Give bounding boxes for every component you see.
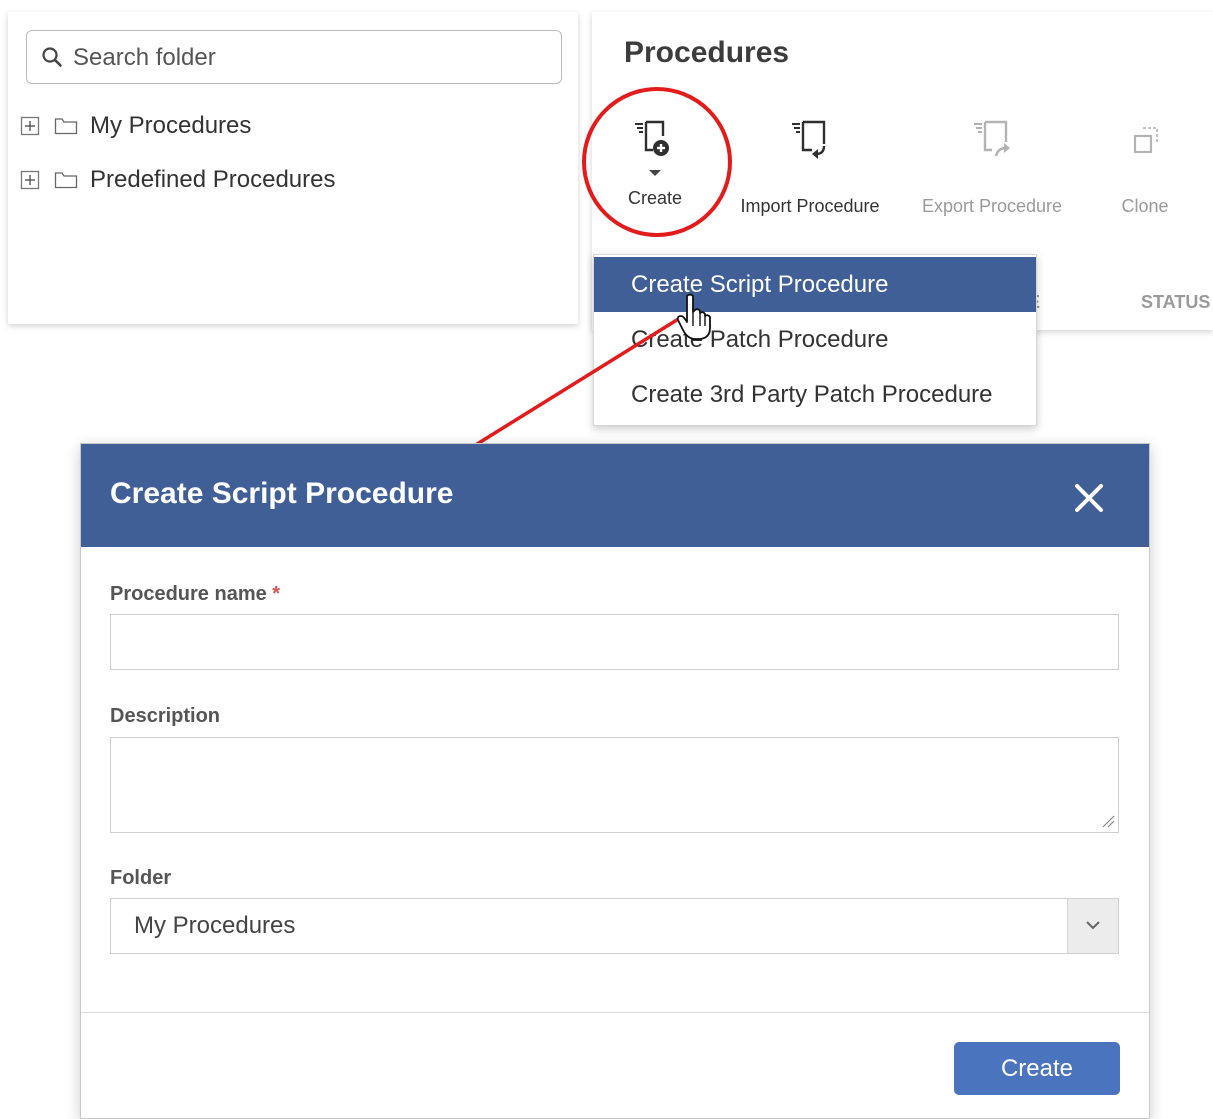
procedure-name-label-text: Procedure name [110,583,267,605]
menu-item-create-3rd-party-patch-procedure[interactable]: Create 3rd Party Patch Procedure [594,367,1036,422]
folder-select-toggle[interactable] [1067,899,1118,953]
folder-icon [54,118,78,135]
tree-item-label: Predefined Procedures [90,166,336,193]
folder-icon [54,172,78,189]
dialog-header: Create Script Procedure [81,444,1149,547]
clone-button[interactable]: Clone [1070,120,1213,217]
page-title: Procedures [624,36,790,69]
required-mark: * [272,583,281,605]
import-label: Import Procedure [740,196,880,216]
dialog-title: Create Script Procedure [110,477,454,510]
folder-select[interactable]: My Procedures [110,898,1119,954]
folder-select-value: My Procedures [134,912,296,939]
create-dropdown-menu: Create Script Procedure Create Patch Pro… [593,254,1037,426]
chevron-down-icon [1086,921,1100,930]
create-submit-button[interactable]: Create [954,1042,1120,1095]
menu-item-create-patch-procedure[interactable]: Create Patch Procedure [594,312,1036,367]
search-folder-box[interactable] [26,30,562,84]
tree-item-label: My Procedures [90,112,252,139]
highlight-circle [582,87,732,237]
tree-item-predefined-procedures[interactable]: Predefined Procedures [20,163,335,197]
procedure-name-label: Procedure name * [110,583,280,606]
close-icon[interactable] [1071,480,1107,516]
resize-grip-icon[interactable] [1101,814,1115,828]
folder-label: Folder [110,867,172,889]
search-icon [42,47,62,67]
column-header-status[interactable]: STATUS [1141,292,1210,313]
expand-icon[interactable] [20,116,40,136]
create-script-procedure-dialog: Create Script Procedure Procedure name *… [80,443,1150,1119]
import-icon [792,120,826,159]
export-label: Export Procedure [921,196,1063,216]
search-folder-input[interactable] [71,39,555,77]
export-procedure-button[interactable]: Export Procedure [917,120,1067,217]
import-procedure-button[interactable]: Import Procedure [735,120,885,217]
hand-cursor-icon [676,293,711,340]
expand-icon[interactable] [20,170,40,190]
procedure-name-input[interactable] [110,614,1119,670]
description-textarea[interactable] [110,737,1119,833]
tree-item-my-procedures[interactable]: My Procedures [20,109,251,143]
export-icon [974,120,1010,157]
dialog-divider [81,1012,1149,1013]
menu-item-create-script-procedure[interactable]: Create Script Procedure [594,257,1036,312]
description-label: Description [110,705,221,727]
folder-panel: My Procedures Predefined Procedures [8,12,578,324]
clone-icon [1133,127,1158,154]
clone-label: Clone [1121,196,1169,216]
